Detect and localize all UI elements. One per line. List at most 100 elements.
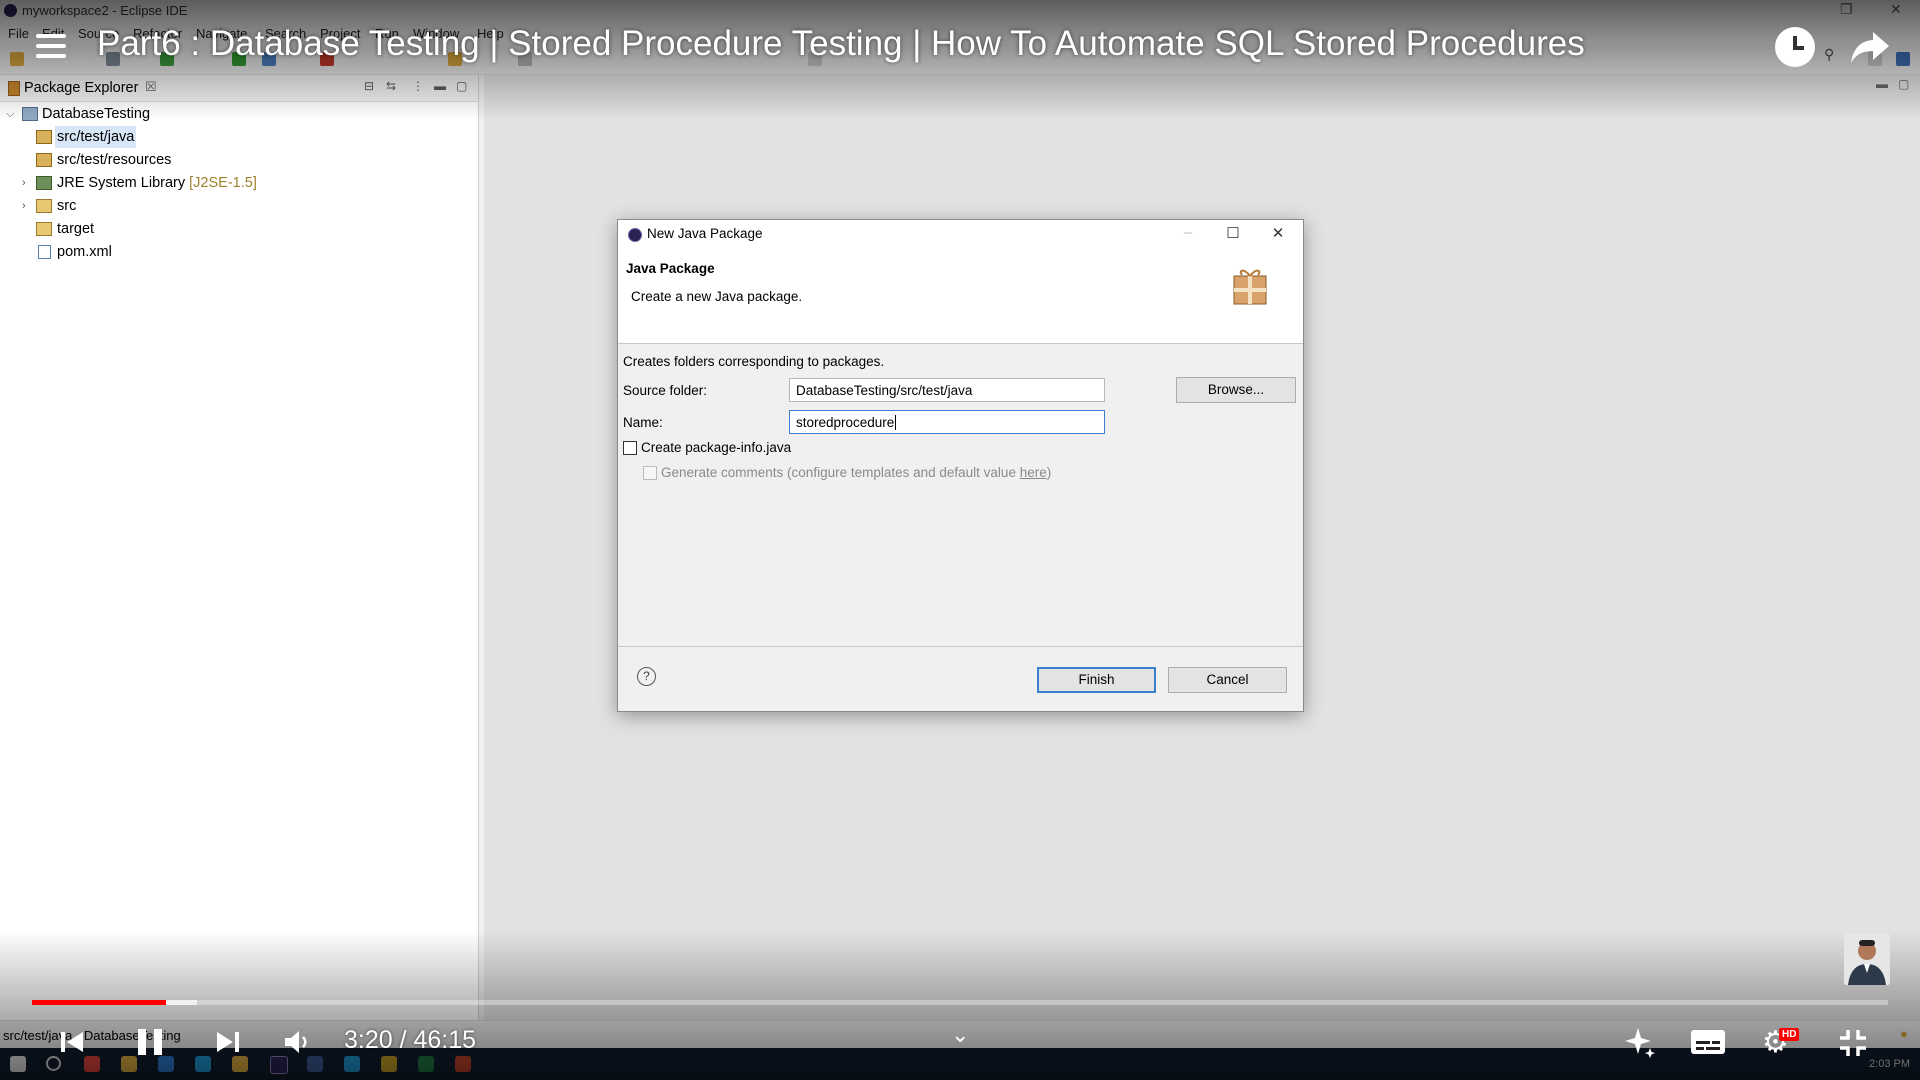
configure-templates-link[interactable]: here (1020, 465, 1047, 480)
tree-item-src[interactable]: › src (6, 195, 466, 217)
close-view-icon[interactable]: ☒ (145, 79, 157, 95)
dialog-footer: ? Finish Cancel (618, 646, 1303, 712)
outlook-icon[interactable] (158, 1056, 174, 1072)
source-folder-icon (36, 153, 52, 167)
minimize-view-icon[interactable]: ▬ (434, 79, 446, 93)
view-menu-icon[interactable]: ⋮ (412, 79, 424, 93)
tree-item-label: src (57, 198, 77, 214)
name-label: Name: (623, 415, 663, 430)
watch-later-icon[interactable] (1775, 27, 1815, 67)
tree-item-decoration: [J2SE-1.5] (189, 175, 257, 191)
notepad-icon[interactable] (381, 1056, 397, 1072)
next-video-icon[interactable] (214, 1028, 242, 1056)
xml-file-icon (38, 245, 51, 259)
java-perspective-icon[interactable] (1896, 52, 1910, 66)
hd-badge: HD (1779, 1028, 1800, 1041)
volume-icon[interactable] (283, 1028, 313, 1056)
create-package-info-label[interactable]: Create package-info.java (641, 440, 791, 455)
notes-icon[interactable] (232, 1056, 248, 1072)
subtitles-icon[interactable] (1690, 1028, 1726, 1056)
link-with-editor-icon[interactable]: ⇆ (386, 79, 396, 93)
progress-played (32, 1000, 166, 1005)
time-display: 3:20 / 46:15 (344, 1026, 477, 1054)
new-icon[interactable] (10, 52, 24, 66)
video-progress-bar[interactable] (32, 1000, 1888, 1005)
tree-item-target[interactable]: target (6, 218, 466, 240)
collapse-all-icon[interactable]: ⊟ (364, 79, 374, 93)
tree-item-label: target (57, 221, 95, 237)
dialog-header: Java Package Create a new Java package. (618, 248, 1303, 344)
package-name-field[interactable]: storedprocedure (789, 410, 1105, 434)
tree-item-src-test-resources[interactable]: src/test/resources (6, 149, 466, 171)
chevron-down-icon[interactable]: ⌄ (951, 1022, 969, 1048)
window-title: myworkspace2 - Eclipse IDE (22, 3, 188, 18)
close-dialog-icon[interactable]: ✕ (1266, 224, 1290, 242)
maximize-view-icon[interactable]: ▢ (456, 79, 467, 93)
generate-comments-checkbox[interactable] (643, 466, 657, 480)
pause-icon[interactable] (134, 1026, 166, 1058)
sparkle-icon[interactable] (1624, 1026, 1656, 1058)
edge-icon[interactable] (195, 1056, 211, 1072)
playlist-menu-icon[interactable] (36, 34, 68, 60)
close-window-icon[interactable]: ✕ (1890, 1, 1902, 18)
package-explorer-title[interactable]: Package Explorer (24, 80, 138, 96)
chrome-icon[interactable] (84, 1056, 100, 1072)
tree-item-jre-system-library[interactable]: › JRE System Library [J2SE-1.5] (6, 172, 466, 194)
tip-lightbulb-icon[interactable]: ● (1900, 1026, 1908, 1041)
create-package-info-checkbox[interactable] (623, 441, 637, 455)
tree-item-src-test-java[interactable]: src/test/java (6, 126, 466, 148)
exit-fullscreen-icon[interactable] (1838, 1028, 1868, 1058)
video-title[interactable]: Part6 : Database Testing | Stored Proced… (97, 24, 1585, 64)
maximize-dialog-icon[interactable]: ☐ (1221, 224, 1245, 242)
cancel-button[interactable]: Cancel (1168, 667, 1287, 693)
library-icon (36, 176, 52, 190)
maximize-editor-icon[interactable]: ▢ (1898, 77, 1909, 91)
share-icon[interactable] (1849, 30, 1891, 66)
package-explorer-icon (8, 81, 20, 96)
collapsed-chevron-icon[interactable]: › (22, 172, 32, 194)
edge-dev-icon[interactable] (344, 1056, 360, 1072)
tree-item-label: JRE System Library [J2SE-1.5] (57, 175, 257, 191)
project-icon (22, 107, 38, 121)
eclipse-icon (628, 228, 642, 242)
dialog-header-title: Java Package (626, 261, 715, 276)
tree-item-label: src/test/resources (57, 152, 172, 168)
finish-button[interactable]: Finish (1037, 667, 1156, 693)
collapsed-chevron-icon[interactable]: › (22, 195, 32, 217)
menu-file[interactable]: File (8, 26, 29, 41)
tree-item-label: src/test/java (55, 126, 137, 148)
help-icon[interactable]: ? (637, 667, 656, 686)
tree-item-label: DatabaseTesting (42, 106, 151, 122)
package-name-value: storedprocedure (796, 415, 895, 430)
channel-avatar[interactable] (1844, 933, 1890, 985)
excel-icon[interactable] (418, 1056, 434, 1072)
windows-start-icon[interactable] (10, 1056, 26, 1072)
powerpoint-icon[interactable] (455, 1056, 471, 1072)
browse-button[interactable]: Browse... (1176, 377, 1296, 403)
settings-button[interactable]: ⚙ HD (1762, 1025, 1802, 1059)
eclipse-taskbar-icon[interactable] (270, 1056, 288, 1074)
app-icon[interactable] (307, 1056, 323, 1072)
file-explorer-icon[interactable] (121, 1056, 137, 1072)
eclipse-icon (4, 4, 17, 17)
dialog-header-description: Create a new Java package. (631, 289, 803, 304)
minimize-editor-icon[interactable]: ▬ (1876, 77, 1888, 91)
previous-video-icon[interactable] (58, 1028, 86, 1056)
search-icon[interactable]: ⚲ (1824, 46, 1834, 63)
tree-item-databasetesting[interactable]: ⌵ DatabaseTesting (6, 103, 466, 125)
dialog-intro-text: Creates folders corresponding to package… (623, 354, 885, 369)
dialog-title: New Java Package (647, 226, 763, 241)
generate-comments-label: Generate comments (configure templates a… (661, 465, 1052, 480)
restore-window-icon[interactable]: ❐ (1840, 1, 1853, 18)
folder-icon (36, 199, 52, 213)
expanded-chevron-icon[interactable]: ⌵ (6, 103, 16, 125)
dialog-title-bar: New Java Package – ☐ ✕ (618, 220, 1303, 248)
tree-item-label: pom.xml (57, 244, 112, 260)
tree-item-pom-xml[interactable]: pom.xml (6, 241, 466, 263)
source-folder-field[interactable]: DatabaseTesting/src/test/java (789, 378, 1105, 402)
minimize-dialog-icon[interactable]: – (1176, 224, 1200, 241)
source-folder-icon (36, 130, 52, 144)
new-java-package-dialog: New Java Package – ☐ ✕ Java Package Crea… (617, 219, 1304, 712)
source-folder-label: Source folder: (623, 383, 708, 398)
search-icon[interactable] (46, 1056, 61, 1071)
